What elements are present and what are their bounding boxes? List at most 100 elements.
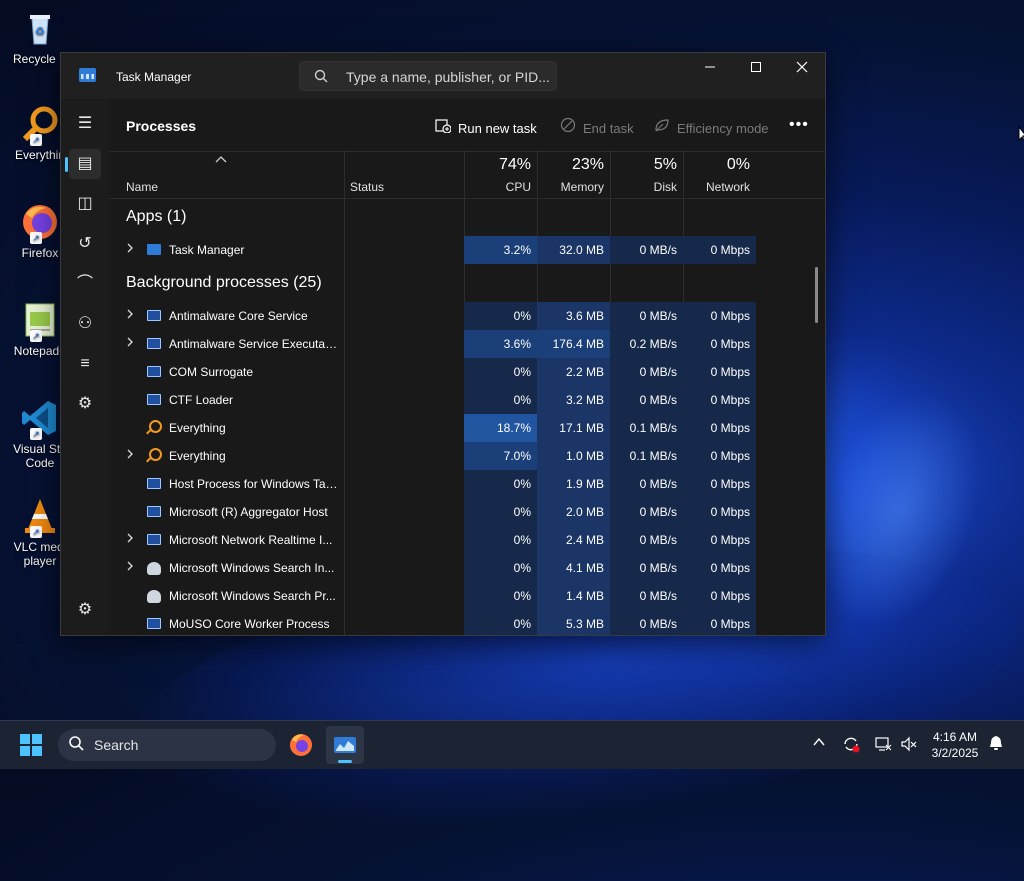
memory-value: 32.0 MB — [537, 236, 610, 264]
disk-column-header[interactable]: 5% Disk — [610, 152, 683, 198]
cpu-value: 0% — [464, 302, 537, 330]
status-column-header[interactable]: Status — [344, 152, 464, 198]
disk-value: 0.1 MB/s — [610, 414, 683, 442]
network-value: 0 Mbps — [683, 610, 756, 635]
memory-column-header[interactable]: 23% Memory — [537, 152, 610, 198]
window-title: Task Manager — [116, 70, 192, 84]
firefox-icon: ↗ — [20, 202, 60, 244]
disk-value: 0 MB/s — [610, 236, 683, 264]
cpu-value: 0% — [464, 610, 537, 635]
status-column-label: Status — [350, 180, 385, 194]
memory-value: 1.0 MB — [537, 442, 610, 470]
cpu-column-label: CPU — [505, 180, 531, 194]
settings-icon: ⚙ — [77, 601, 93, 618]
hamburger-menu-button[interactable]: ☰ — [69, 109, 101, 139]
title-bar[interactable]: Task Manager — [61, 53, 825, 99]
taskbar-search-box[interactable]: Search — [58, 729, 276, 761]
process-name: Microsoft Windows Search Pr... — [169, 589, 336, 603]
process-row[interactable]: Everything 18.7% 17.1 MB 0.1 MB/s 0 Mbps — [109, 414, 809, 442]
shortcut-arrow-icon: ↗ — [30, 232, 42, 244]
chevron-right-icon[interactable] — [126, 532, 134, 547]
chevron-right-icon[interactable] — [126, 308, 134, 323]
process-row[interactable]: Antimalware Core Service 0% 3.6 MB 0 MB/s 0 … — [109, 302, 809, 330]
nav-startup-apps[interactable]: ⌒ — [69, 269, 101, 299]
tray-update-icon[interactable] — [842, 735, 860, 756]
details-icon: ≡ — [80, 355, 90, 372]
close-button[interactable] — [779, 53, 825, 83]
chevron-right-icon[interactable] — [126, 242, 134, 257]
network-value: 0 Mbps — [683, 386, 756, 414]
show-hidden-icons-button[interactable] — [812, 735, 826, 752]
process-row[interactable]: Task Manager 3.2% 32.0 MB 0 MB/s 0 Mbps — [109, 236, 809, 264]
process-row[interactable]: Host Process for Windows Tasks 0% 1.9 MB 0 … — [109, 470, 809, 498]
chevron-right-icon[interactable] — [126, 560, 134, 575]
process-row[interactable]: Everything 7.0% 1.0 MB 0.1 MB/s 0 Mbps — [109, 442, 809, 470]
notifications-button[interactable] — [988, 735, 1004, 754]
search-input[interactable] — [344, 66, 553, 88]
process-row[interactable]: CTF Loader 0% 3.2 MB 0 MB/s 0 Mbps — [109, 386, 809, 414]
process-row[interactable]: Antimalware Service Executable 3.6% 176.4 … — [109, 330, 809, 358]
nav-details[interactable]: ≡ — [69, 349, 101, 379]
vscode-icon: ↗ — [20, 398, 60, 440]
group-header-background[interactable]: Background processes (25) — [126, 274, 322, 292]
process-row[interactable]: Microsoft (R) Aggregator Host 0% 2.0 MB 0 M… — [109, 498, 809, 526]
process-row[interactable]: Microsoft Windows Search Pr... 0% 1.4 MB 0 … — [109, 582, 809, 610]
cpu-column-header[interactable]: 74% CPU — [464, 152, 537, 198]
sync-alert-icon — [844, 737, 860, 753]
network-value: 0 Mbps — [683, 498, 756, 526]
end-task-button[interactable]: End task — [559, 117, 634, 137]
memory-value: 3.6 MB — [537, 302, 610, 330]
group-header-apps[interactable]: Apps (1) — [126, 208, 186, 226]
hamburger-icon: ☰ — [77, 115, 93, 132]
window-icon — [147, 310, 161, 321]
vlc-icon: ↗ — [20, 496, 60, 538]
disk-value: 0 MB/s — [610, 302, 683, 330]
nav-users[interactable]: ⚇ — [69, 309, 101, 339]
cpu-value: 0% — [464, 470, 537, 498]
windows-logo-icon — [20, 734, 30, 744]
run-new-task-button[interactable]: Run new task — [434, 117, 537, 137]
vertical-scrollbar[interactable] — [815, 267, 818, 323]
search-icon — [68, 735, 84, 755]
nav-processes[interactable]: ▤ — [65, 149, 101, 179]
task-manager-icon — [147, 244, 161, 255]
search-box[interactable] — [299, 61, 557, 91]
memory-value: 2.2 MB — [537, 358, 610, 386]
memory-value: 4.1 MB — [537, 554, 610, 582]
network-value: 0 Mbps — [683, 442, 756, 470]
memory-value: 5.3 MB — [537, 610, 610, 635]
nav-app-history[interactable]: ↺ — [69, 229, 101, 259]
process-row[interactable]: MoUSO Core Worker Process 0% 5.3 MB 0 MB/s 0… — [109, 610, 809, 635]
taskbar-task-manager-button[interactable] — [326, 726, 364, 764]
efficiency-mode-button[interactable]: Efficiency mode — [653, 117, 769, 137]
network-column-header[interactable]: 0% Network — [683, 152, 756, 198]
process-name: Antimalware Core Service — [169, 309, 308, 323]
end-task-label: End task — [583, 121, 634, 136]
nav-settings[interactable]: ⚙ — [69, 595, 101, 625]
taskbar-firefox-button[interactable] — [282, 726, 320, 764]
search-indexer-icon — [147, 562, 161, 575]
windows-logo-icon — [20, 746, 30, 756]
name-column-header[interactable]: Name — [109, 152, 344, 198]
tray-volume-icon[interactable] — [900, 735, 918, 756]
process-row[interactable]: Microsoft Network Realtime I... 0% 2.4 MB 0… — [109, 526, 809, 554]
start-button[interactable] — [20, 734, 42, 756]
process-row[interactable]: Microsoft Windows Search In... 0% 4.1 MB 0 … — [109, 554, 809, 582]
volume-muted-icon — [901, 736, 917, 752]
taskbar-clock[interactable]: 4:16 AM 3/2/2025 — [926, 729, 984, 761]
services-icon: ⚙ — [77, 395, 93, 412]
chevron-right-icon[interactable] — [126, 336, 134, 351]
toolbar: Processes Run new task End task Efficien… — [109, 99, 825, 151]
disk-value: 0.1 MB/s — [610, 442, 683, 470]
tray-network-icon[interactable] — [874, 735, 892, 756]
nav-services[interactable]: ⚙ — [69, 389, 101, 419]
disk-column-label: Disk — [653, 180, 677, 194]
nav-performance[interactable]: ◫ — [69, 189, 101, 219]
process-row[interactable]: COM Surrogate 0% 2.2 MB 0 MB/s 0 Mbps — [109, 358, 809, 386]
close-icon — [796, 61, 808, 73]
more-options-button[interactable]: ••• — [789, 116, 809, 134]
chevron-right-icon[interactable] — [126, 448, 134, 463]
process-name: Everything — [169, 421, 226, 435]
maximize-button[interactable] — [733, 53, 779, 83]
minimize-button[interactable] — [687, 53, 733, 83]
